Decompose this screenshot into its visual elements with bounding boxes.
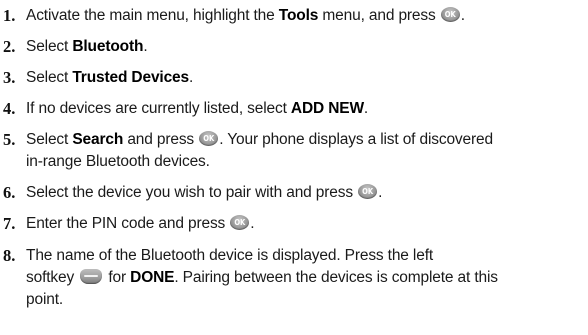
text-run: Select <box>26 69 73 86</box>
text-run: Enter the PIN code and press <box>26 215 230 232</box>
step-number: 3. <box>3 68 16 87</box>
text-run: . <box>250 215 255 232</box>
left-softkey-icon <box>80 269 103 284</box>
text-run: . <box>143 38 148 55</box>
step-text: Select Trusted Devices. <box>26 67 586 89</box>
text-run: point. <box>26 291 64 308</box>
bold-term: Search <box>72 131 124 148</box>
text-run: Select <box>26 38 73 55</box>
ok-key-icon <box>199 131 219 146</box>
text-run: softkey <box>26 269 79 286</box>
step-number: 6. <box>3 183 16 202</box>
text-run: Select the device you wish to pair with … <box>26 184 358 201</box>
step-text: Activate the main menu, highlight the To… <box>26 5 586 27</box>
step-text: If no devices are currently listed, sele… <box>26 98 586 120</box>
text-run: . Pairing between the devices is complet… <box>174 269 498 286</box>
step-text: Select the device you wish to pair with … <box>26 182 586 204</box>
step-text: Enter the PIN code and press . <box>26 213 586 235</box>
step-text: The name of the Bluetooth device is disp… <box>26 245 586 311</box>
text-run: Activate the main menu, highlight the <box>26 7 279 24</box>
text-run: menu, and press <box>318 7 440 24</box>
bold-term: ADD NEW <box>290 100 364 117</box>
bold-term: Trusted Devices <box>72 69 189 86</box>
text-run: The name of the Bluetooth device is disp… <box>26 247 434 264</box>
ok-key-icon <box>358 184 378 199</box>
text-run: . <box>460 7 465 24</box>
ok-key-icon <box>440 7 460 22</box>
text-run: . Your phone displays a list of discover… <box>219 131 493 148</box>
step-text: Select Search and press . Your phone dis… <box>26 129 586 173</box>
text-run: Select <box>26 131 73 148</box>
bold-term: Bluetooth <box>72 38 144 55</box>
text-run: for <box>104 269 131 286</box>
step-number: 4. <box>3 99 16 118</box>
text-run: and press <box>123 131 199 148</box>
ok-key-icon <box>230 215 250 230</box>
step-number: 2. <box>3 37 16 56</box>
step-text: Select Bluetooth. <box>26 36 586 58</box>
step-number: 1. <box>3 6 16 25</box>
step-number: 5. <box>3 130 16 149</box>
bold-term: Tools <box>278 7 319 24</box>
text-run: . <box>378 184 383 201</box>
text-run: in-range Bluetooth devices. <box>26 153 210 170</box>
step-number: 7. <box>3 214 16 233</box>
step-number: 8. <box>3 246 16 265</box>
text-run: If no devices are currently listed, sele… <box>26 100 291 117</box>
text-run: . <box>189 69 194 86</box>
bold-term: DONE <box>130 269 175 286</box>
text-run: . <box>363 100 369 117</box>
